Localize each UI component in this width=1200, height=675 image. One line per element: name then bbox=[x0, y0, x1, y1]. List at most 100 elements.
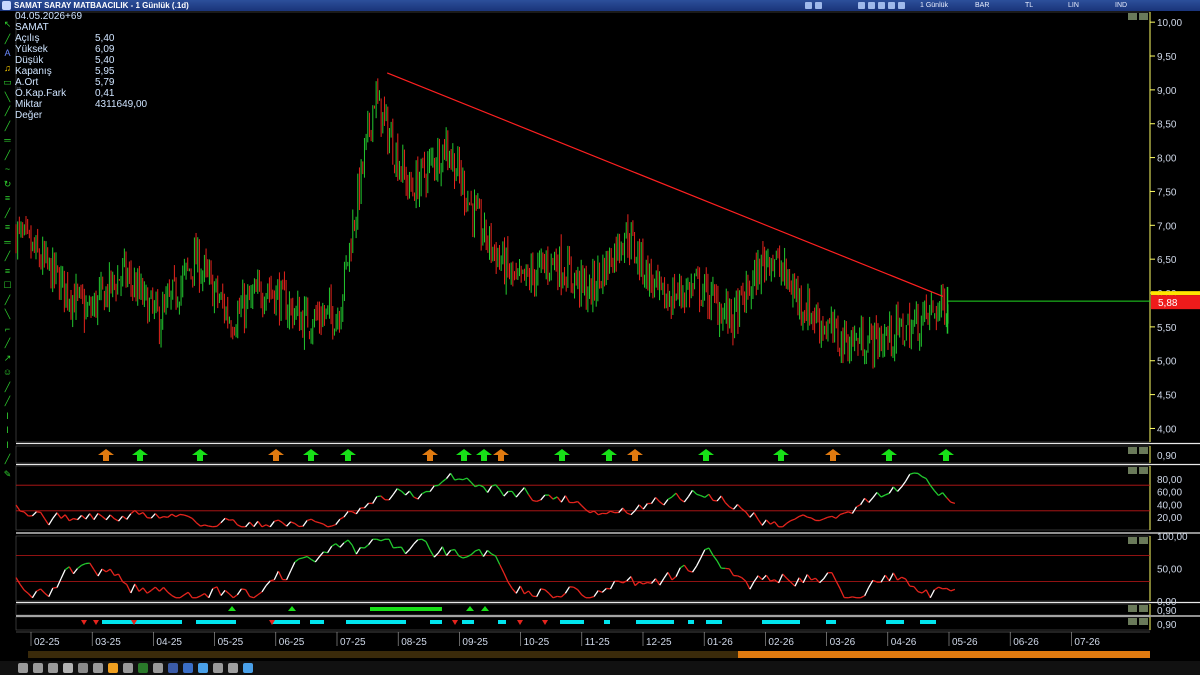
bottom-toolbar-icon[interactable] bbox=[138, 663, 148, 673]
drawing-tool-icon[interactable]: ╱ bbox=[2, 121, 13, 131]
osc-segment bbox=[208, 588, 214, 599]
drawing-tool-icon[interactable]: ╱ bbox=[2, 295, 13, 305]
info-symbol: SAMAT bbox=[15, 22, 49, 33]
drawing-tool-icon[interactable]: ≡ bbox=[2, 193, 13, 203]
strip-marker-icon bbox=[466, 606, 474, 611]
bottom-toolbar-icon[interactable] bbox=[48, 663, 58, 673]
price-tick-label: 4,00 bbox=[1157, 424, 1177, 435]
bottom-toolbar-icon[interactable] bbox=[33, 663, 43, 673]
osc-segment bbox=[93, 513, 99, 521]
drawing-tool-icon[interactable]: ╱ bbox=[2, 382, 13, 392]
osc-segment bbox=[146, 589, 152, 594]
drawing-tool-icon[interactable]: ╲ bbox=[2, 309, 13, 319]
osc-segment bbox=[811, 517, 816, 522]
drawing-tool-icon[interactable]: ▭ bbox=[2, 77, 13, 87]
bottom-toolbar-icon[interactable] bbox=[153, 663, 163, 673]
drawing-tool-icon[interactable]: I bbox=[2, 440, 13, 450]
drawing-tool-icon[interactable]: A bbox=[2, 48, 13, 58]
osc-segment bbox=[150, 586, 156, 591]
last-price-label: 5,88 bbox=[1158, 298, 1178, 309]
osc-segment bbox=[733, 503, 739, 510]
price-tick-label: 9,50 bbox=[1157, 52, 1177, 63]
drawing-tool-icon[interactable]: ~ bbox=[2, 164, 13, 174]
bottom-toolbar-icon[interactable] bbox=[168, 663, 178, 673]
drawing-tool-icon[interactable]: ⌐ bbox=[2, 324, 13, 334]
drawing-tool-icon[interactable]: ≡ bbox=[2, 222, 13, 232]
bottom-toolbar-icon[interactable] bbox=[63, 663, 73, 673]
osc-segment bbox=[253, 520, 259, 528]
osc-segment bbox=[593, 590, 599, 597]
drawing-tool-icon[interactable]: ╱ bbox=[2, 34, 13, 44]
drawing-tool-icon[interactable]: ╱ bbox=[2, 106, 13, 116]
drawing-tool-icon[interactable]: ╱ bbox=[2, 150, 13, 160]
bottom-toolbar-icon[interactable] bbox=[183, 663, 193, 673]
drawing-tool-icon[interactable]: ═ bbox=[2, 135, 13, 145]
bottom-toolbar-icon[interactable] bbox=[198, 663, 208, 673]
bottom-toolbar-icon[interactable] bbox=[93, 663, 103, 673]
bottom-toolbar-icon[interactable] bbox=[78, 663, 88, 673]
osc-segment bbox=[741, 577, 747, 582]
drawing-tool-icon[interactable]: ✎ bbox=[2, 469, 13, 479]
osc-segment bbox=[589, 510, 595, 514]
osc-segment bbox=[864, 586, 870, 597]
drawing-tool-icon[interactable]: ↖ bbox=[2, 19, 13, 29]
osc-segment bbox=[716, 495, 722, 502]
osc-segment bbox=[946, 587, 952, 592]
osc-segment bbox=[811, 577, 816, 581]
osc-segment bbox=[339, 516, 345, 520]
osc-segment bbox=[93, 569, 99, 577]
drawing-tool-icon[interactable]: ↻ bbox=[2, 179, 13, 189]
osc-segment bbox=[794, 577, 800, 587]
drawing-tool-icon[interactable]: I bbox=[2, 411, 13, 421]
osc-segment bbox=[52, 586, 58, 589]
info-row: Açılış 5,40 bbox=[15, 33, 115, 44]
bottom-toolbar-icon[interactable] bbox=[213, 663, 223, 673]
osc-segment bbox=[901, 480, 907, 488]
strip-marker-icon bbox=[228, 606, 236, 611]
drawing-tool-icon[interactable]: ═ bbox=[2, 237, 13, 247]
info-panel: 04.05.2026+69 SAMAT Açılış 5,40 Yüksek 6,0… bbox=[15, 11, 165, 121]
drawing-tool-icon[interactable]: ╲ bbox=[2, 92, 13, 102]
osc-segment bbox=[737, 503, 743, 510]
drawing-tool-icon[interactable]: ╱ bbox=[2, 338, 13, 348]
bottom-toolbar-icon[interactable] bbox=[108, 663, 118, 673]
drawing-tool-icon[interactable]: ≡ bbox=[2, 266, 13, 276]
osc-segment bbox=[692, 489, 698, 495]
strip-cyan-band bbox=[920, 620, 936, 624]
drawing-tool-icon[interactable]: ╱ bbox=[2, 396, 13, 406]
osc-segment bbox=[417, 538, 422, 541]
osc-segment bbox=[626, 512, 632, 516]
osc-segment bbox=[224, 517, 230, 521]
chart-canvas[interactable]: 10,009,509,008,508,007,507,006,506,005,5… bbox=[0, 0, 1200, 661]
osc-segment bbox=[101, 568, 107, 573]
bottom-toolbar-icon[interactable] bbox=[228, 663, 238, 673]
time-axis-label: 08-25 bbox=[401, 637, 427, 648]
drawing-tool-icon[interactable]: ☐ bbox=[2, 280, 13, 290]
osc-segment bbox=[117, 573, 124, 583]
bottom-toolbar-icon[interactable] bbox=[243, 663, 253, 673]
osc-segment bbox=[519, 585, 525, 595]
drawing-tool-icon[interactable]: ╱ bbox=[2, 454, 13, 464]
osc-segment bbox=[950, 501, 956, 504]
bottom-toolbar-icon[interactable] bbox=[123, 663, 133, 673]
osc-segment bbox=[257, 591, 263, 596]
osc-segment bbox=[36, 511, 41, 513]
time-axis-label: 06-26 bbox=[1013, 637, 1039, 648]
strip-cyan-band bbox=[196, 620, 236, 624]
osc-segment bbox=[905, 578, 911, 587]
osc-segment bbox=[638, 504, 644, 510]
drawing-tool-icon[interactable]: I bbox=[2, 425, 13, 435]
drawing-tool-icon[interactable]: ☺ bbox=[2, 367, 13, 377]
osc-segment bbox=[109, 514, 115, 520]
info-date: 04.05.2026+69 bbox=[15, 11, 83, 22]
bottom-toolbar-icon[interactable] bbox=[18, 663, 28, 673]
osc-segment bbox=[44, 592, 50, 598]
drawing-tool-icon[interactable]: ╱ bbox=[2, 251, 13, 261]
osc-segment bbox=[511, 587, 517, 594]
osc-segment bbox=[946, 497, 952, 503]
osc-segment bbox=[671, 576, 677, 581]
drawing-tool-icon[interactable]: ╱ bbox=[2, 208, 13, 218]
osc-segment bbox=[868, 497, 874, 503]
drawing-tool-icon[interactable]: ↗ bbox=[2, 353, 13, 363]
drawing-tool-icon[interactable]: ♫ bbox=[2, 63, 13, 73]
